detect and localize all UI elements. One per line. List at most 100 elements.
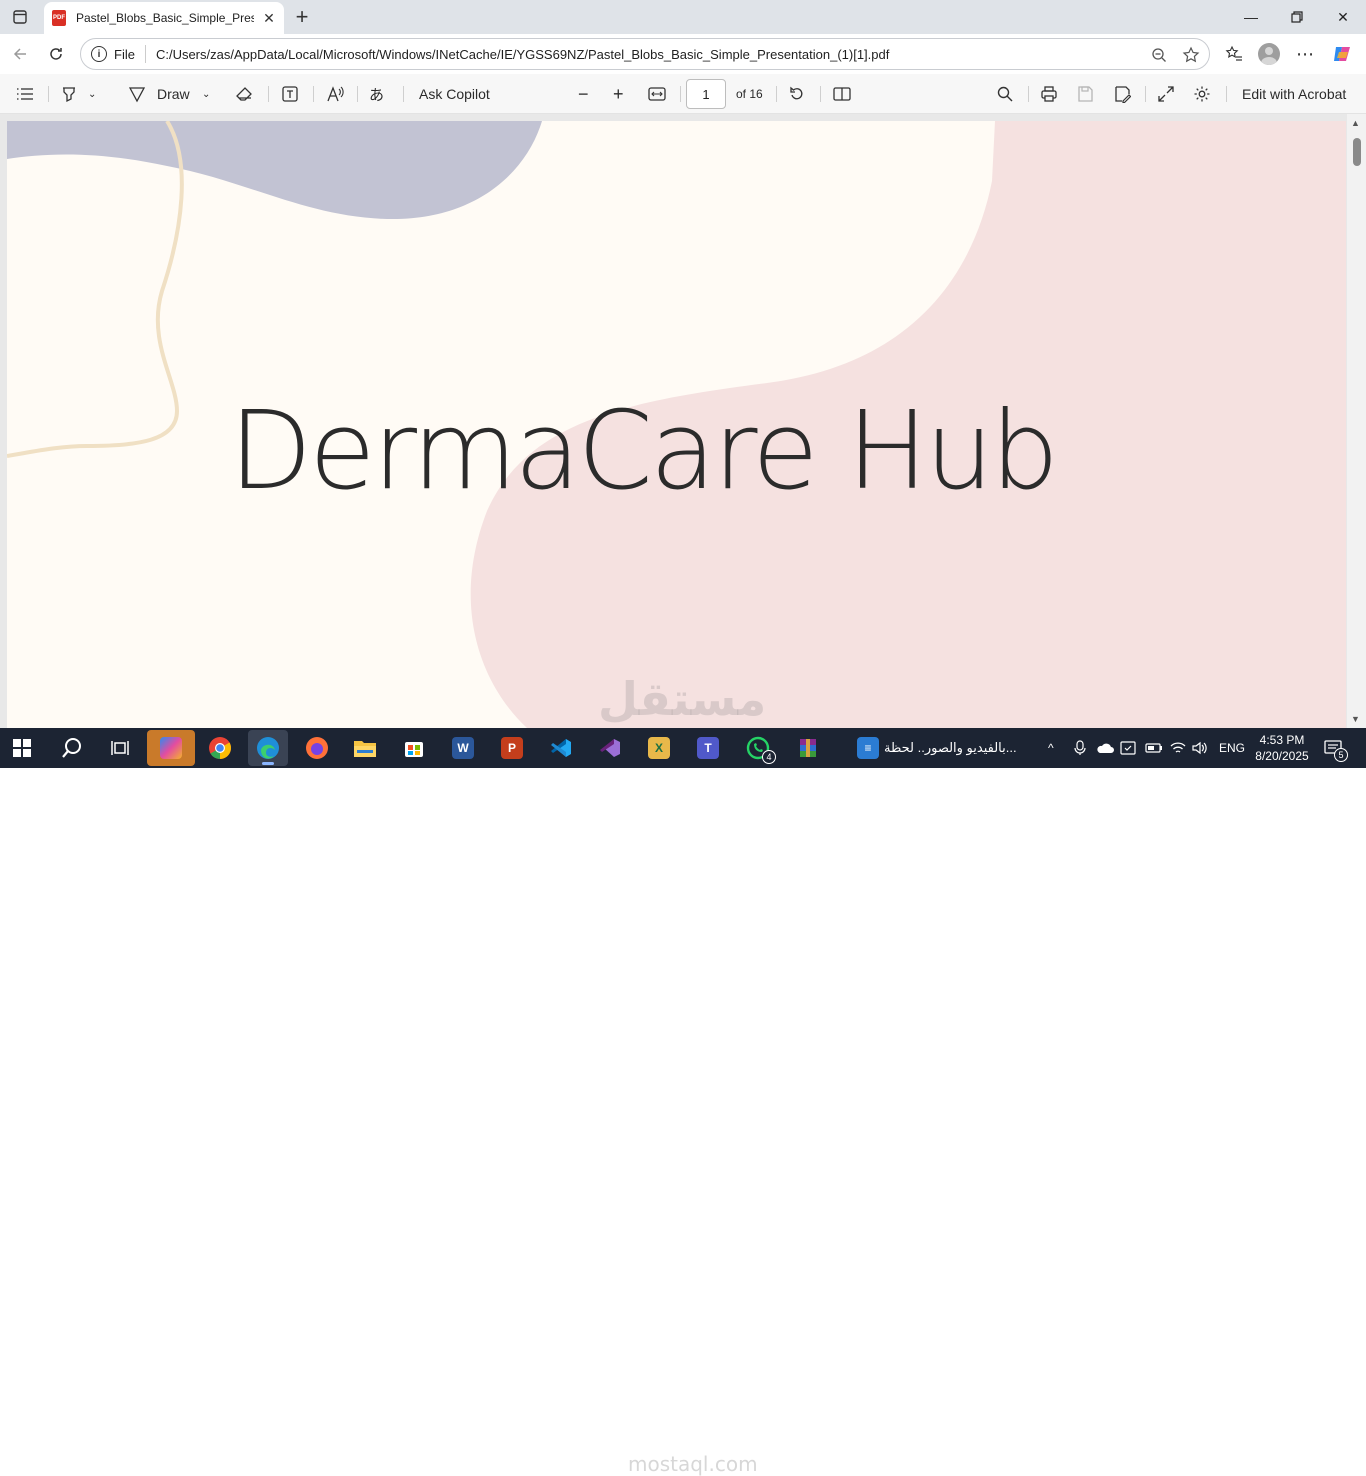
clock-date: 8/20/2025 — [1255, 749, 1309, 763]
whatsapp-icon[interactable]: 4 — [738, 730, 778, 766]
news-headline[interactable]: بالفيديو والصور.. لحظة... — [884, 740, 1017, 756]
wifi-icon[interactable] — [1170, 728, 1186, 768]
excel-folder-icon[interactable]: X — [639, 730, 679, 766]
more-options-icon[interactable]: ⋯ — [1291, 40, 1319, 68]
find-icon[interactable] — [996, 82, 1014, 106]
clock[interactable]: 4:53 PM 8/20/2025 — [1250, 732, 1314, 764]
powerpoint-icon[interactable]: P — [492, 730, 532, 766]
lavender-blob — [7, 121, 542, 220]
favorites-icon[interactable] — [1220, 40, 1248, 68]
fullscreen-icon[interactable] — [1157, 82, 1175, 106]
separator — [820, 86, 821, 102]
tab-strip: PDF Pastel_Blobs_Basic_Simple_Presentati… — [0, 0, 1366, 34]
translate-icon[interactable]: あ — [369, 82, 384, 106]
tab-actions-icon[interactable] — [8, 5, 32, 29]
add-text-icon[interactable] — [281, 82, 299, 106]
separator — [48, 86, 49, 102]
zoom-out-icon[interactable] — [1147, 43, 1171, 67]
watermark-logo: مستقل — [598, 672, 767, 726]
teams-icon[interactable]: T — [688, 730, 728, 766]
notifications-badge: 5 — [1334, 748, 1348, 762]
zoom-out-button[interactable]: − — [578, 82, 589, 106]
save-icon[interactable] — [1076, 82, 1094, 106]
security-icon[interactable] — [1120, 728, 1136, 768]
file-explorer-icon[interactable] — [345, 730, 385, 766]
contents-icon[interactable] — [16, 82, 34, 106]
whatsapp-badge: 4 — [762, 750, 776, 764]
firefox-icon[interactable] — [297, 730, 337, 766]
separator — [403, 86, 404, 102]
highlight-chevron-icon[interactable]: ⌄ — [88, 82, 96, 106]
draw-label[interactable]: Draw — [157, 82, 190, 106]
restore-icon[interactable] — [1274, 0, 1320, 34]
watermark-site: mostaql.com — [628, 1452, 758, 1476]
separator — [1028, 86, 1029, 102]
info-icon[interactable]: i — [91, 46, 107, 62]
minimize-icon[interactable]: — — [1228, 0, 1274, 34]
eraser-icon[interactable] — [235, 82, 253, 106]
divider — [144, 45, 146, 63]
notifications-icon[interactable]: 5 — [1324, 728, 1348, 768]
profile-avatar[interactable] — [1255, 40, 1283, 68]
slide-title: DermaCare Hub — [229, 389, 1059, 514]
new-tab-icon[interactable]: + — [290, 4, 314, 29]
draw-icon[interactable] — [128, 82, 146, 106]
address-bar[interactable]: i File C:/Users/zas/AppData/Local/Micros… — [80, 38, 1210, 70]
task-view-icon[interactable] — [100, 730, 140, 766]
tab-title: Pastel_Blobs_Basic_Simple_Presentation_(… — [76, 11, 254, 25]
page-number-input[interactable]: 1 — [686, 79, 726, 109]
back-icon[interactable] — [6, 40, 34, 68]
address-row: i File C:/Users/zas/AppData/Local/Micros… — [0, 34, 1366, 74]
scrollbar-thumb[interactable] — [1353, 138, 1361, 166]
news-icon[interactable]: ≡ — [848, 730, 888, 766]
clock-time: 4:53 PM — [1259, 733, 1305, 747]
visual-studio-icon[interactable] — [590, 730, 630, 766]
decorative-line — [7, 121, 184, 458]
highlight-icon[interactable] — [60, 82, 78, 106]
separator — [1226, 86, 1227, 102]
copilot-app-icon[interactable] — [147, 730, 195, 766]
winrar-icon[interactable] — [788, 730, 828, 766]
ask-copilot-button[interactable]: Ask Copilot — [419, 82, 490, 106]
page-view-icon[interactable] — [833, 82, 851, 106]
rotate-icon[interactable] — [788, 82, 806, 106]
separator — [268, 86, 269, 102]
settings-gear-icon[interactable] — [1193, 82, 1211, 106]
fit-width-icon[interactable] — [648, 82, 666, 106]
vscode-icon[interactable] — [541, 730, 581, 766]
word-icon[interactable]: W — [443, 730, 483, 766]
read-aloud-icon[interactable] — [326, 82, 344, 106]
draw-chevron-icon[interactable]: ⌄ — [202, 82, 210, 106]
onedrive-icon[interactable] — [1096, 728, 1114, 768]
language-indicator[interactable]: ENG — [1219, 728, 1245, 768]
print-icon[interactable] — [1040, 82, 1058, 106]
separator — [1145, 86, 1146, 102]
tab-pdf[interactable]: PDF Pastel_Blobs_Basic_Simple_Presentati… — [44, 2, 284, 34]
battery-icon[interactable] — [1145, 728, 1163, 768]
scroll-up-icon[interactable]: ▲ — [1351, 118, 1360, 128]
refresh-icon[interactable] — [42, 40, 70, 68]
separator — [313, 86, 314, 102]
edit-with-acrobat-button[interactable]: Edit with Acrobat — [1242, 82, 1346, 106]
search-icon[interactable] — [52, 730, 92, 766]
store-icon[interactable] — [394, 730, 434, 766]
tab-close-icon[interactable]: ✕ — [260, 9, 278, 27]
active-indicator — [262, 762, 274, 765]
vertical-scrollbar[interactable]: ▲ ▼ — [1347, 114, 1366, 728]
url-text[interactable]: C:/Users/zas/AppData/Local/Microsoft/Win… — [156, 47, 889, 62]
favorite-star-icon[interactable] — [1179, 43, 1203, 67]
separator — [357, 86, 358, 102]
zoom-in-button[interactable]: + — [613, 82, 624, 106]
mic-icon[interactable] — [1073, 728, 1087, 768]
show-hidden-icons[interactable]: ^ — [1048, 728, 1054, 768]
pdf-page: DermaCare Hub — [7, 121, 1346, 728]
edge-icon[interactable] — [248, 730, 288, 766]
volume-icon[interactable] — [1192, 728, 1208, 768]
copilot-icon[interactable] — [1328, 40, 1356, 68]
chrome-icon[interactable] — [200, 730, 240, 766]
taskbar: W P X T 4 ≡ بالفيديو والصور.. لحظة... mo… — [0, 728, 1366, 1476]
scroll-down-icon[interactable]: ▼ — [1351, 714, 1360, 724]
save-as-icon[interactable] — [1113, 82, 1131, 106]
close-window-icon[interactable]: ✕ — [1320, 0, 1366, 34]
start-button[interactable] — [2, 730, 42, 766]
